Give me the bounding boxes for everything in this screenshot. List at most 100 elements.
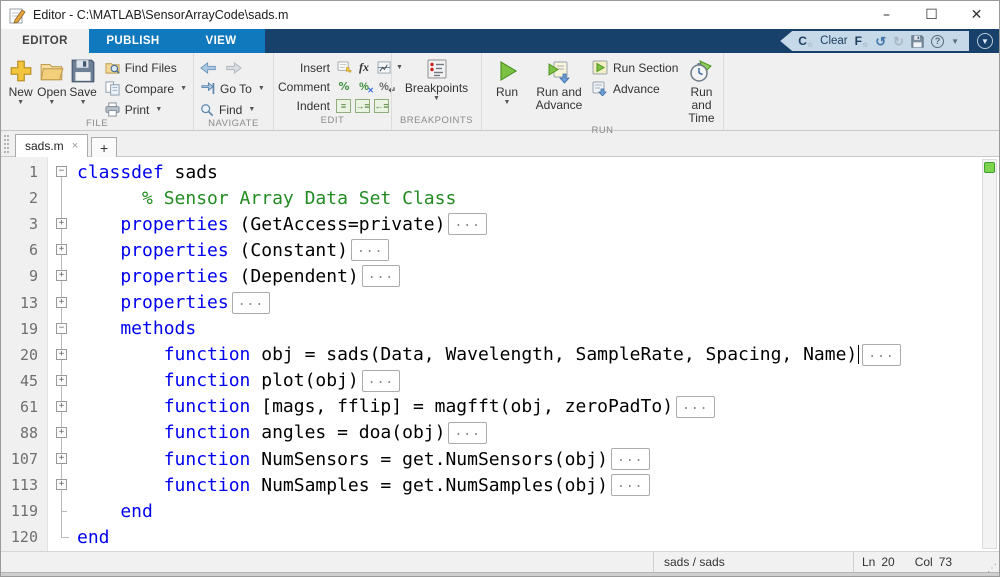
new-document-tab-button[interactable]: + [91,137,117,157]
help-icon[interactable]: ? [931,35,944,48]
undo-icon[interactable]: ↺ [875,35,886,48]
code-line[interactable]: 107+ function NumSensors = get.NumSensor… [1,446,999,472]
code-line[interactable]: 1−classdef sads [1,159,999,185]
minimize-button[interactable]: – [864,1,909,29]
collapsed-code-box[interactable]: ... [448,422,486,444]
tab-publish[interactable]: PUBLISH [89,29,177,53]
code-text[interactable]: function NumSensors = get.NumSensors(obj… [77,448,650,470]
fold-expand-icon[interactable]: + [56,453,67,464]
code-line[interactable]: 113+ function NumSamples = get.NumSample… [1,472,999,498]
code-line[interactable]: 6+ properties (Constant)... [1,237,999,263]
code-analyzer-strip[interactable] [982,159,997,549]
code-text[interactable]: properties (Constant)... [77,239,389,261]
breakpoints-button[interactable]: Breakpoints ▼ [397,55,476,102]
qat-item-c[interactable]: C☆ [798,34,813,49]
code-line[interactable]: 120end [1,524,999,550]
wrap-comments-button[interactable]: %↵ [376,79,392,94]
save-button[interactable]: Save ▼ [67,55,98,106]
qat-expand-button[interactable]: ▼ [977,33,993,49]
code-editor[interactable]: 1−classdef sads2 % Sensor Array Data Set… [1,157,999,551]
insert-function-button[interactable]: fx [356,60,372,75]
maximize-button[interactable]: ☐ [909,1,954,29]
advance-button[interactable]: Advance [592,80,678,97]
collapsed-code-box[interactable]: ... [232,292,270,314]
code-text[interactable]: properties... [77,292,270,314]
fold-expand-icon[interactable]: + [56,401,67,412]
code-analyzer-indicator[interactable] [984,162,995,173]
goto-button[interactable]: Go To ▼ [200,80,265,97]
collapsed-code-box[interactable]: ... [611,448,649,470]
collapsed-code-box[interactable]: ... [351,239,389,261]
fold-expand-icon[interactable]: + [56,375,67,386]
redo-icon[interactable]: ↻ [893,35,904,48]
tab-view[interactable]: VIEW [177,29,265,53]
qat-dropdown-icon[interactable]: ▼ [951,37,959,46]
run-and-advance-button[interactable]: Run and Advance [528,55,590,112]
code-text[interactable]: % Sensor Array Data Set Class [77,188,456,209]
smart-indent-icon[interactable]: ≡ [336,99,351,113]
code-line[interactable]: 61+ function [mags, fflip] = magfft(obj,… [1,394,999,420]
collapsed-code-box[interactable]: ... [862,344,900,366]
collapsed-code-box[interactable]: ... [362,265,400,287]
indent-left-icon[interactable]: ←≡ [374,99,389,113]
code-text[interactable]: methods [77,318,196,339]
fold-collapse-icon[interactable]: − [56,323,67,334]
code-line[interactable]: 119 end [1,498,999,524]
fold-expand-icon[interactable]: + [56,349,67,360]
code-text[interactable]: function angles = doa(obj)... [77,422,487,444]
qat-save-icon[interactable] [911,35,924,48]
code-text[interactable]: properties (Dependent)... [77,265,400,287]
code-text[interactable]: function plot(obj)... [77,370,400,392]
fold-expand-icon[interactable]: + [56,270,67,281]
tabbar-grip-handle[interactable] [4,135,9,153]
doc-tab-sads[interactable]: sads.m × [15,134,88,157]
indent-right-icon[interactable]: →≡ [355,99,370,113]
find-files-button[interactable]: Find Files [105,59,187,76]
print-button[interactable]: Print ▼ [105,101,187,118]
collapsed-code-box[interactable]: ... [448,213,486,235]
code-line[interactable]: 2 % Sensor Array Data Set Class [1,185,999,211]
code-line[interactable]: 19− methods [1,316,999,342]
compare-button[interactable]: Compare ▼ [105,80,187,97]
code-line[interactable]: 9+ properties (Dependent)... [1,263,999,289]
code-line[interactable]: 3+ properties (GetAccess=private)... [1,211,999,237]
qat-item-clear[interactable]: Clear [820,35,847,47]
fold-collapse-icon[interactable]: − [56,166,67,177]
qat-item-f[interactable]: F☆ [855,34,869,49]
close-button[interactable]: ✕ [954,1,999,29]
run-button[interactable]: Run ▼ [486,55,528,106]
collapsed-code-box[interactable]: ... [362,370,400,392]
run-section-button[interactable]: Run Section [592,59,678,76]
code-line[interactable]: 88+ function angles = doa(obj)... [1,420,999,446]
code-text[interactable]: function NumSamples = get.NumSamples(obj… [77,474,650,496]
insert-section-button[interactable] [376,60,392,75]
tab-editor[interactable]: EDITOR [1,29,89,53]
code-line[interactable]: 13+ properties... [1,289,999,315]
fold-expand-icon[interactable]: + [56,297,67,308]
new-button[interactable]: New ▼ [5,55,36,106]
code-text[interactable]: function obj = sads(Data, Wavelength, Sa… [77,344,901,366]
insert-comment-button[interactable] [336,60,352,75]
tab-close-icon[interactable]: × [72,140,78,152]
fold-expand-icon[interactable]: + [56,218,67,229]
comment-button[interactable]: % [336,79,352,94]
fold-expand-icon[interactable]: + [56,479,67,490]
code-text[interactable]: function [mags, fflip] = magfft(obj, zer… [77,396,715,418]
code-text[interactable]: classdef sads [77,162,218,183]
run-and-time-button[interactable]: Run and Time [680,55,722,125]
code-line[interactable]: 20+ function obj = sads(Data, Wavelength… [1,342,999,368]
fold-expand-icon[interactable]: + [56,427,67,438]
resize-grip[interactable] [985,552,999,572]
forward-icon[interactable] [225,61,242,75]
uncomment-button[interactable]: %✕ [356,79,372,94]
back-icon[interactable] [200,61,217,75]
fold-expand-icon[interactable]: + [56,244,67,255]
code-text[interactable]: end [77,527,110,548]
open-button[interactable]: Open ▼ [36,55,67,106]
collapsed-code-box[interactable]: ... [611,474,649,496]
collapsed-code-box[interactable]: ... [676,396,714,418]
code-line[interactable]: 45+ function plot(obj)... [1,368,999,394]
find-button[interactable]: Find ▼ [200,101,265,118]
code-text[interactable]: end [77,501,153,522]
code-text[interactable]: properties (GetAccess=private)... [77,213,487,235]
